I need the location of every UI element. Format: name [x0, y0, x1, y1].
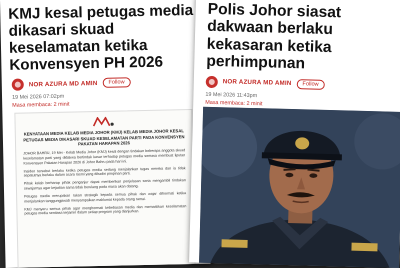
press-release-document: KENYATAAN MEDIA KELAB MEDIA JOHOR (KMJ) …	[14, 108, 196, 268]
document-paragraph: Petugas media merupakan rakan strategik …	[24, 191, 187, 204]
document-paragraph: JOHOR BAHRU, 19 Mei - Kelab Media Johor …	[23, 148, 186, 166]
right-author-name[interactable]: NOR AZURA MD AMIN	[223, 79, 292, 88]
right-follow-button[interactable]: Follow	[296, 78, 325, 90]
police-officer-photo[interactable]	[198, 106, 400, 268]
right-headline[interactable]: Polis Johor siasat dakwaan berlaku kekas…	[194, 0, 400, 76]
document-paragraph: KMJ menyeru semua pihak agar menghormati…	[24, 203, 187, 216]
left-headline[interactable]: KMJ kesal petugas media dikasari skuad k…	[0, 0, 207, 74]
author-avatar[interactable]	[11, 78, 24, 91]
left-meta: 19 Mei 2026 07:02pm Masa membaca: 2 mini…	[2, 87, 207, 111]
right-article-card: Polis Johor siasat dakwaan berlaku kekas…	[189, 0, 400, 268]
document-paragraph: Insiden tersebut berlaku ketika petugas …	[23, 165, 186, 178]
author-avatar[interactable]	[205, 75, 218, 88]
left-author-name[interactable]: NOR AZURA MD AMIN	[29, 80, 98, 88]
document-title: KENYATAAN MEDIA KELAB MEDIA JOHOR (KMJ) …	[23, 128, 185, 147]
kmj-logo	[22, 115, 184, 128]
document-paragraph: Pihak kelab berharap pihak penganjur dap…	[23, 178, 186, 191]
left-article-card: KMJ kesal petugas media dikasari skuad k…	[0, 0, 211, 268]
document-body: JOHOR BAHRU, 19 Mei - Kelab Media Johor …	[23, 148, 186, 217]
left-follow-button[interactable]: Follow	[102, 77, 131, 88]
